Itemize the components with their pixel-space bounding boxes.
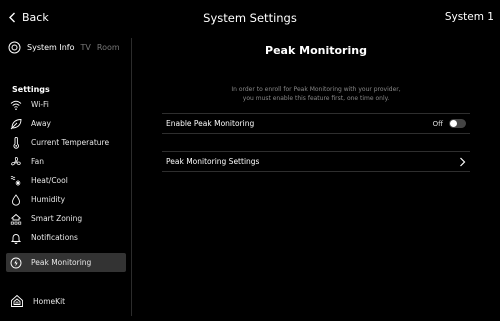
enable-peak-monitoring-row: Enable Peak Monitoring Off <box>162 113 470 134</box>
sidebar-item-label: Heat/Cool <box>31 176 68 185</box>
sidebar-item-notifications[interactable]: Notifications <box>6 228 126 247</box>
enable-peak-monitoring-toggle[interactable] <box>449 119 466 128</box>
homekit-label: HomeKit <box>33 296 66 306</box>
sidebar: System Info TV Room Settings Wi-Fi Away … <box>0 38 131 321</box>
sidebar-item-label: Peak Monitoring <box>31 258 92 267</box>
thermometer-icon <box>13 136 19 149</box>
house-zones-icon <box>10 213 22 225</box>
section-title: Peak Monitoring <box>265 44 367 57</box>
toggle-knob <box>450 120 457 127</box>
leaf-icon <box>10 118 22 129</box>
back-label: Back <box>22 11 49 24</box>
top-bar: Back System Settings System 1 <box>0 0 500 38</box>
bell-icon <box>10 233 22 244</box>
system-info-icon <box>8 41 21 54</box>
lightning-circle-icon <box>10 257 22 268</box>
sidebar-item-fan[interactable]: Fan <box>6 152 126 171</box>
tab-room[interactable]: Room <box>97 43 120 52</box>
system-selector[interactable]: System 1 <box>445 11 494 23</box>
sidebar-item-smart-zoning[interactable]: Smart Zoning <box>6 209 126 228</box>
sidebar-item-label: Current Temperature <box>31 138 110 147</box>
toggle-state-label: Off <box>432 119 443 128</box>
sidebar-item-current-temperature[interactable]: Current Temperature <box>6 133 126 152</box>
description-line-1: In order to enroll for Peak Monitoring w… <box>231 86 401 93</box>
droplet-icon <box>12 193 20 206</box>
chevron-left-icon <box>9 12 15 23</box>
page-title: System Settings <box>203 11 297 25</box>
enrollment-description: In order to enroll for Peak Monitoring w… <box>132 86 500 103</box>
sidebar-item-humidity[interactable]: Humidity <box>6 190 126 209</box>
sidebar-item-label: Away <box>31 119 51 128</box>
enable-peak-monitoring-label: Enable Peak Monitoring <box>166 119 255 128</box>
sidebar-item-label: Wi-Fi <box>31 100 49 109</box>
sidebar-item-label: Humidity <box>31 195 66 204</box>
sidebar-item-homekit[interactable]: HomeKit <box>6 294 65 308</box>
homekit-icon <box>11 294 23 307</box>
heat-cool-icon <box>10 175 21 186</box>
sidebar-item-label: Fan <box>31 157 44 166</box>
tab-system-info[interactable]: System Info <box>27 43 75 52</box>
sidebar-divider <box>131 38 132 316</box>
fan-icon <box>11 156 21 165</box>
back-button[interactable]: Back <box>8 11 49 24</box>
sidebar-item-peak-monitoring[interactable]: Peak Monitoring <box>6 253 126 272</box>
sidebar-item-wifi[interactable]: Wi-Fi <box>6 95 126 114</box>
row-chevron <box>459 152 466 171</box>
peak-monitoring-settings-label: Peak Monitoring Settings <box>166 157 260 166</box>
peak-monitoring-settings-row[interactable]: Peak Monitoring Settings <box>162 151 470 172</box>
enable-peak-monitoring-control: Off <box>433 114 466 133</box>
sidebar-item-label: Notifications <box>31 233 78 242</box>
sidebar-item-away[interactable]: Away <box>6 114 126 133</box>
tab-tv[interactable]: TV <box>81 43 91 52</box>
settings-heading: Settings <box>12 85 50 94</box>
sidebar-item-label: Smart Zoning <box>31 214 83 223</box>
sidebar-item-heat-cool[interactable]: Heat/Cool <box>6 171 126 190</box>
chevron-right-icon <box>460 157 466 166</box>
description-line-2: you must enable this feature first, one … <box>242 94 390 102</box>
sidebar-tabs: System Info TV Room <box>8 41 120 54</box>
wifi-icon <box>10 100 22 110</box>
